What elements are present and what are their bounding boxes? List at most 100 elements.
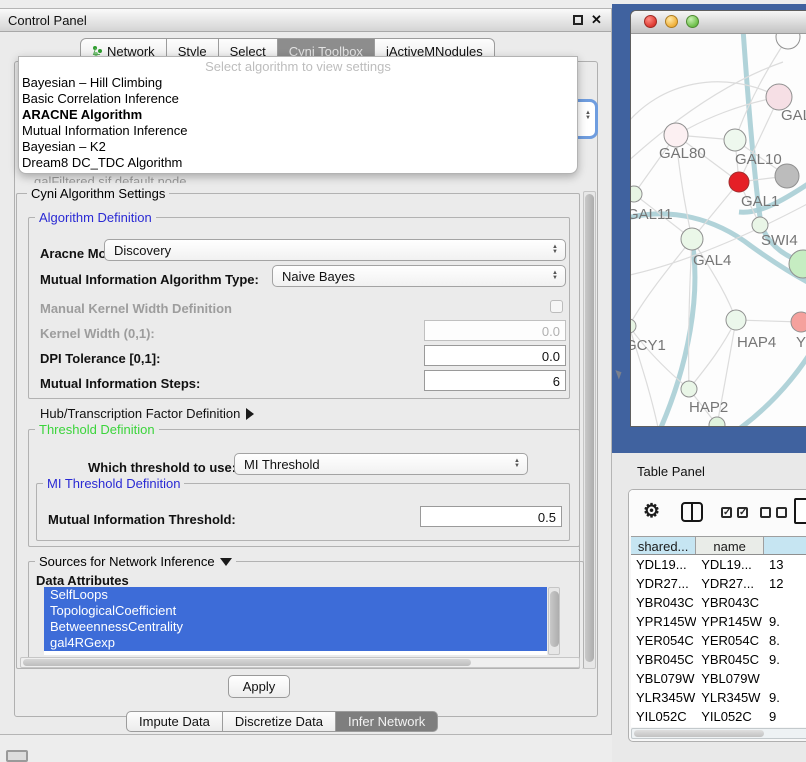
attribute-item-gal4rgexp[interactable]: gal4RGexp (44, 635, 547, 651)
network-node-hap2[interactable] (681, 381, 697, 397)
table-cell: YER054C (696, 631, 764, 650)
algorithm-option-bayesian-hill-climbing[interactable]: Bayesian – Hill Climbing (19, 75, 577, 91)
network-node-gcy1[interactable] (631, 319, 636, 333)
table-row[interactable]: YDR27...YDR27...12 (631, 574, 806, 593)
control-panel-titlebar: Control Panel (0, 9, 611, 32)
attribute-item-topologicalcoefficient[interactable]: TopologicalCoefficient (44, 603, 547, 619)
split-columns-icon[interactable] (681, 502, 703, 522)
table-cell (764, 593, 806, 612)
network-node-gal1[interactable] (729, 172, 749, 192)
table-cell (764, 669, 806, 688)
float-window-icon[interactable] (573, 15, 583, 25)
attribute-item-betweennesscentrality[interactable]: BetweennessCentrality (44, 619, 547, 635)
table-cell: 9. (764, 612, 806, 631)
network-node-swi4[interactable] (752, 217, 768, 233)
algorithm-option-mutual-information-inference[interactable]: Mutual Information Inference (19, 123, 577, 139)
bottom-tabs: Impute DataDiscretize DataInfer Network (126, 711, 438, 732)
sources-hscrollbar-thumb[interactable] (23, 659, 471, 666)
algorithm-option-bayesian-k2[interactable]: Bayesian – K2 (19, 139, 577, 155)
network-node-gal80[interactable] (664, 123, 688, 147)
settings-scrollbar-thumb[interactable] (585, 194, 594, 662)
deselect-all-checkbox-icon-2[interactable] (776, 507, 787, 518)
kernel-width-field[interactable]: 0.0 (424, 320, 566, 341)
column-header-clipped[interactable] (764, 537, 806, 554)
table-row[interactable]: YBL079WYBL079W (631, 669, 806, 688)
column-header-shared[interactable]: shared... (631, 537, 696, 554)
sources-hscrollbar[interactable] (20, 657, 580, 668)
table-row[interactable]: YBR045CYBR045C9. (631, 650, 806, 669)
network-icon (92, 46, 103, 57)
table-toolbar (629, 490, 806, 536)
combo-spinner-icon: ▲▼ (514, 459, 520, 469)
table-cell: YDR27... (696, 574, 764, 593)
minimize-traffic-light-icon[interactable] (665, 15, 678, 28)
aracne-mode-combobox[interactable]: Discovery ▲▼ (104, 239, 566, 261)
node-label-gal80: GAL80 (659, 145, 706, 162)
table-cell: YDL19... (631, 555, 696, 574)
node-label-y: Y (796, 334, 806, 351)
tab-impute-data[interactable]: Impute Data (126, 711, 223, 732)
network-view-window: GALGAL80GAL10GAL1GAL11SWI4GAL4GCY1HAP4YH… (630, 10, 806, 427)
algorithm-option-basic-correlation-inference[interactable]: Basic Correlation Inference (19, 91, 577, 107)
attributes-scrollbar-thumb[interactable] (550, 591, 559, 647)
algorithm-dropdown-list: Select algorithm to view settings Bayesi… (18, 56, 578, 174)
table-cell: YBR045C (696, 650, 764, 669)
network-node-y[interactable] (791, 312, 806, 332)
close-icon[interactable] (591, 13, 603, 27)
manual-kernel-width-label: Manual Kernel Width Definition (40, 301, 232, 316)
mi-threshold-field[interactable]: 0.5 (420, 506, 562, 527)
table-cell: YLR345W (631, 688, 696, 707)
gear-icon[interactable] (643, 500, 660, 523)
bottom-corner-icon[interactable] (6, 750, 28, 762)
select-all-checkbox-icon[interactable] (721, 507, 732, 518)
column-header-name[interactable]: name (696, 537, 764, 554)
tab-infer-network[interactable]: Infer Network (336, 711, 438, 732)
dpi-tolerance-field[interactable]: 0.0 (424, 345, 566, 366)
tab-discretize-data[interactable]: Discretize Data (223, 711, 336, 732)
table-cell: YIL052C (696, 707, 764, 726)
table-cell: YBR045C (631, 650, 696, 669)
table-hscrollbar-thumb[interactable] (634, 730, 764, 737)
combo-spinner-icon: ▲▼ (552, 271, 558, 281)
function-builder-icon[interactable] (794, 498, 806, 524)
which-threshold-combobox[interactable]: MI Threshold ▲▼ (234, 453, 528, 475)
mi-steps-field[interactable]: 6 (424, 370, 566, 391)
network-node[interactable] (776, 34, 800, 49)
hub-definition-toggle[interactable]: Hub/Transcription Factor Definition (40, 406, 254, 421)
mi-algorithm-type-combobox[interactable]: Naive Bayes ▲▼ (272, 265, 566, 287)
network-edge (631, 82, 779, 126)
table-header-row: shared...name (631, 536, 806, 555)
table-hscrollbar[interactable] (631, 728, 806, 739)
table-row[interactable]: YDL19...YDL19...13 (631, 555, 806, 574)
table-cell: YPR145W (631, 612, 696, 631)
sources-group-header[interactable]: Sources for Network Inference (35, 554, 236, 569)
close-traffic-light-icon[interactable] (644, 15, 657, 28)
algorithm-option-aracne-algorithm[interactable]: ARACNE Algorithm (19, 107, 577, 123)
deselect-all-checkbox-icon[interactable] (760, 507, 771, 518)
settings-scrollbar[interactable] (583, 191, 596, 669)
node-label-hap2: HAP2 (689, 399, 728, 416)
table-cell: YDL19... (696, 555, 764, 574)
table-row[interactable]: YIL052CYIL052C9 (631, 707, 806, 726)
table-cell: YER054C (631, 631, 696, 650)
attributes-list-scrollbar[interactable] (548, 587, 560, 655)
manual-kernel-width-checkbox[interactable] (550, 300, 563, 313)
table-cell: YBR043C (696, 593, 764, 612)
table-row[interactable]: YLR345WYLR345W9. (631, 688, 806, 707)
table-cell: YIL052C (631, 707, 696, 726)
network-canvas[interactable]: GALGAL80GAL10GAL1GAL11SWI4GAL4GCY1HAP4YH… (631, 34, 806, 427)
table-row[interactable]: YBR043CYBR043C (631, 593, 806, 612)
apply-button[interactable]: Apply (228, 675, 290, 698)
network-node-gal10[interactable] (724, 129, 746, 151)
network-node-gal4[interactable] (681, 228, 703, 250)
network-node-gal11[interactable] (631, 186, 642, 202)
network-node-hap4[interactable] (726, 310, 746, 330)
select-all-checkbox-icon-2[interactable] (737, 507, 748, 518)
table-row[interactable]: YER054CYER054C8. (631, 631, 806, 650)
zoom-traffic-light-icon[interactable] (686, 15, 699, 28)
attribute-item-selfloops[interactable]: SelfLoops (44, 587, 547, 603)
algorithm-option-dream8-dc-tdc-algorithm[interactable]: Dream8 DC_TDC Algorithm (19, 155, 577, 171)
network-node[interactable] (775, 164, 799, 188)
algorithm-definition-title: Algorithm Definition (35, 210, 156, 225)
table-row[interactable]: YPR145WYPR145W9. (631, 612, 806, 631)
